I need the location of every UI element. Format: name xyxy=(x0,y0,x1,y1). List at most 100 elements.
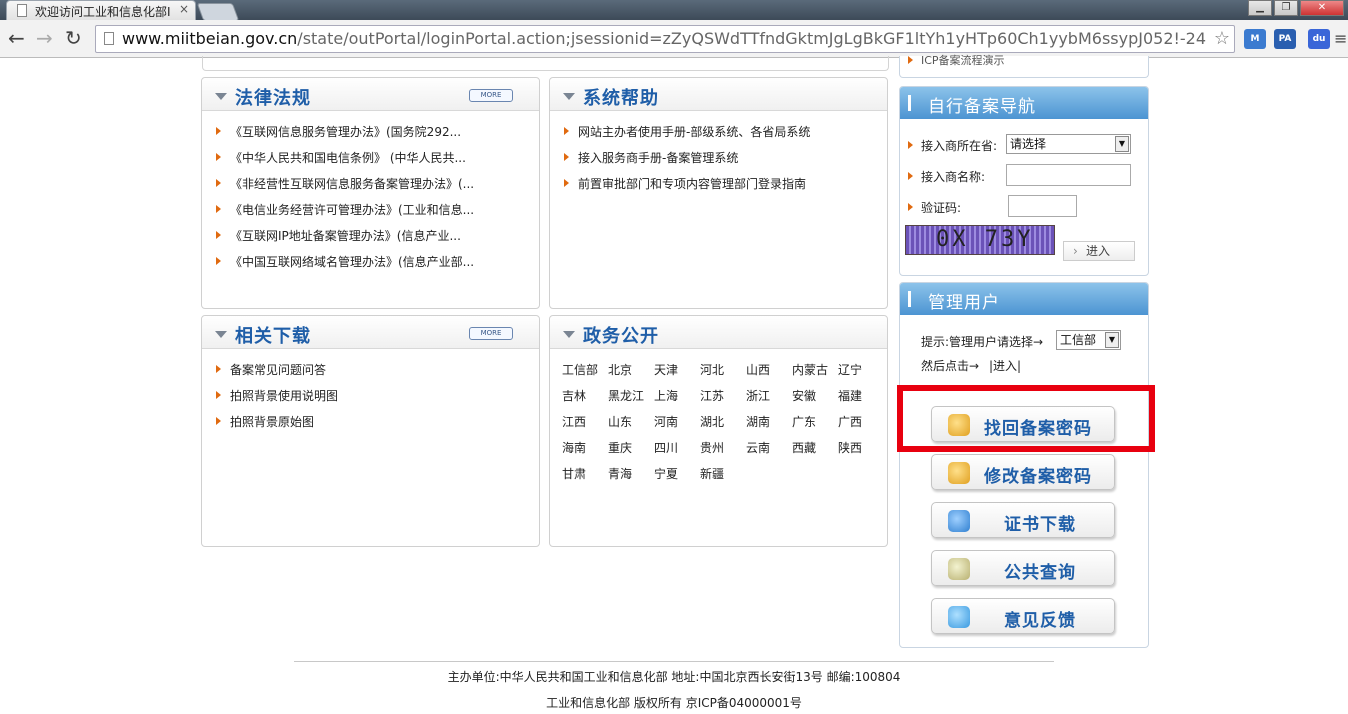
flow-demo-panel: ICP备案流程演示 xyxy=(899,54,1149,78)
list-item[interactable]: 接入服务商手册-备案管理系统 xyxy=(562,149,887,175)
region-link[interactable]: 广西 xyxy=(838,413,884,439)
list-item[interactable]: 《电信业务经营许可管理办法》(工业和信息... xyxy=(214,201,539,227)
region-link[interactable]: 福建 xyxy=(838,387,884,413)
admin-enter-link[interactable]: |进入| xyxy=(989,357,1021,374)
region-link[interactable]: 上海 xyxy=(654,387,700,413)
triangle-icon xyxy=(215,93,227,100)
list-item[interactable]: 《互联网信息服务管理办法》(国务院292... xyxy=(214,123,539,149)
list-item[interactable]: 《非经营性互联网信息服务备案管理办法》(... xyxy=(214,175,539,201)
new-tab-button[interactable] xyxy=(196,3,240,21)
region-link[interactable]: 吉林 xyxy=(562,387,608,413)
region-link[interactable]: 北京 xyxy=(608,361,654,387)
certificate-download-button[interactable]: 证书下载 xyxy=(931,502,1115,538)
region-link[interactable]: 海南 xyxy=(562,439,608,465)
flow-demo-link[interactable]: ICP备案流程演示 xyxy=(908,52,1005,68)
menu-icon[interactable]: ≡ xyxy=(1334,29,1347,49)
region-link[interactable]: 陕西 xyxy=(838,439,884,465)
captcha-input[interactable] xyxy=(1008,195,1077,217)
feedback-button[interactable]: 意见反馈 xyxy=(931,598,1115,634)
downloads-more-button[interactable]: MORE xyxy=(469,327,513,340)
help-panel: 系统帮助 网站主办者使用手册-部级系统、各省局系统 接入服务商手册-备案管理系统… xyxy=(549,77,888,309)
region-link[interactable]: 宁夏 xyxy=(654,465,700,491)
maximize-icon[interactable]: ❐ xyxy=(1274,0,1298,16)
region-link[interactable]: 重庆 xyxy=(608,439,654,465)
tab-title: 欢迎访问工业和信息化部I xyxy=(35,5,171,19)
triangle-icon xyxy=(563,331,575,338)
page-content: 法律法规 MORE 《互联网信息服务管理办法》(国务院292... 《中华人民共… xyxy=(0,54,1348,714)
self-nav-header: 自行备案导航 xyxy=(900,87,1148,119)
list-item[interactable]: 前置审批部门和专项内容管理部门登录指南 xyxy=(562,175,887,201)
gov-title: 政务公开 xyxy=(583,326,659,347)
region-link[interactable]: 贵州 xyxy=(700,439,746,465)
region-link[interactable]: 天津 xyxy=(654,361,700,387)
close-window-icon[interactable]: ✕ xyxy=(1300,0,1344,16)
triangle-icon xyxy=(563,93,575,100)
highlight-box xyxy=(897,385,1155,452)
region-link[interactable]: 甘肃 xyxy=(562,465,608,491)
region-link[interactable]: 安徽 xyxy=(792,387,838,413)
list-item[interactable]: 拍照背景原始图 xyxy=(214,413,539,439)
province-select[interactable]: 请选择 ▼ xyxy=(1006,134,1131,154)
region-link[interactable]: 黑龙江 xyxy=(608,387,654,413)
region-link[interactable]: 江西 xyxy=(562,413,608,439)
reload-icon[interactable]: ↻ xyxy=(65,28,82,48)
window-controls: ▁ ❐ ✕ xyxy=(1248,0,1344,16)
laws-more-button[interactable]: MORE xyxy=(469,89,513,102)
question-icon xyxy=(948,558,970,580)
provider-name-label: 接入商名称: xyxy=(908,168,985,185)
laws-panel-header: 法律法规 MORE xyxy=(202,78,539,111)
certificate-icon xyxy=(948,510,970,532)
chevron-down-icon: ▼ xyxy=(1115,136,1129,152)
list-item[interactable]: 网站主办者使用手册-部级系统、各省局系统 xyxy=(562,123,887,149)
region-link[interactable]: 广东 xyxy=(792,413,838,439)
region-link[interactable]: 西藏 xyxy=(792,439,838,465)
provider-name-input[interactable] xyxy=(1006,164,1131,186)
list-item[interactable]: 《互联网IP地址备案管理办法》(信息产业... xyxy=(214,227,539,253)
footer-sponsor: 主办单位:中华人民共和国工业和信息化部 地址:中国北京西长安街13号 邮编:10… xyxy=(447,670,901,684)
browser-titlebar: 欢迎访问工业和信息化部I × ▁ ❐ ✕ xyxy=(0,0,1348,21)
extension-pa-icon[interactable]: PA xyxy=(1274,29,1296,49)
self-nav-enter-button[interactable]: 进入 xyxy=(1063,241,1135,261)
region-link[interactable]: 工信部 xyxy=(562,361,608,387)
region-link[interactable]: 辽宁 xyxy=(838,361,884,387)
page-icon xyxy=(17,4,27,17)
list-item[interactable]: 拍照背景使用说明图 xyxy=(214,387,539,413)
region-link[interactable]: 四川 xyxy=(654,439,700,465)
admin-select[interactable]: 工信部 ▼ xyxy=(1056,330,1121,350)
region-link[interactable]: 山东 xyxy=(608,413,654,439)
forward-icon[interactable]: → xyxy=(36,28,53,48)
url-text[interactable]: www.miitbeian.gov.cn/state/outPortal/log… xyxy=(122,29,1207,48)
gov-panel-header: 政务公开 xyxy=(550,316,887,349)
minimize-icon[interactable]: ▁ xyxy=(1248,0,1272,16)
bookmark-star-icon[interactable]: ☆ xyxy=(1214,28,1230,49)
region-link[interactable]: 湖北 xyxy=(700,413,746,439)
extension-m-icon[interactable]: M xyxy=(1244,29,1266,49)
triangle-icon xyxy=(215,331,227,338)
public-query-button[interactable]: 公共查询 xyxy=(931,550,1115,586)
tab-close-icon[interactable]: × xyxy=(179,2,189,16)
region-link[interactable]: 浙江 xyxy=(746,387,792,413)
region-link[interactable]: 青海 xyxy=(608,465,654,491)
region-link[interactable]: 云南 xyxy=(746,439,792,465)
region-link[interactable]: 山西 xyxy=(746,361,792,387)
list-item[interactable]: 《中国互联网络域名管理办法》(信息产业部... xyxy=(214,253,539,279)
region-link[interactable]: 河南 xyxy=(654,413,700,439)
downloads-panel: 相关下载 MORE 备案常见问题问答 拍照背景使用说明图 拍照背景原始图 xyxy=(201,315,540,547)
back-icon[interactable]: ← xyxy=(8,28,25,48)
address-bar[interactable]: www.miitbeian.gov.cn/state/outPortal/log… xyxy=(95,25,1235,53)
captcha-image[interactable]: 0X 73Y xyxy=(905,225,1055,255)
browser-toolbar: ← → ↻ www.miitbeian.gov.cn/state/outPort… xyxy=(0,20,1348,58)
laws-panel: 法律法规 MORE 《互联网信息服务管理办法》(国务院292... 《中华人民共… xyxy=(201,77,540,309)
browser-tab[interactable]: 欢迎访问工业和信息化部I × xyxy=(6,0,196,20)
region-link[interactable]: 河北 xyxy=(700,361,746,387)
region-link[interactable]: 湖南 xyxy=(746,413,792,439)
change-password-button[interactable]: 修改备案密码 xyxy=(931,454,1115,490)
list-item[interactable]: 《中华人民共和国电信条例》 (中华人民共... xyxy=(214,149,539,175)
extension-baidu-icon[interactable]: du xyxy=(1308,29,1330,49)
lock-icon xyxy=(948,462,970,484)
region-link[interactable]: 新疆 xyxy=(700,465,746,491)
list-item[interactable]: 备案常见问题问答 xyxy=(214,361,539,387)
footer-divider xyxy=(294,661,1054,662)
region-link[interactable]: 江苏 xyxy=(700,387,746,413)
region-link[interactable]: 内蒙古 xyxy=(792,361,838,387)
